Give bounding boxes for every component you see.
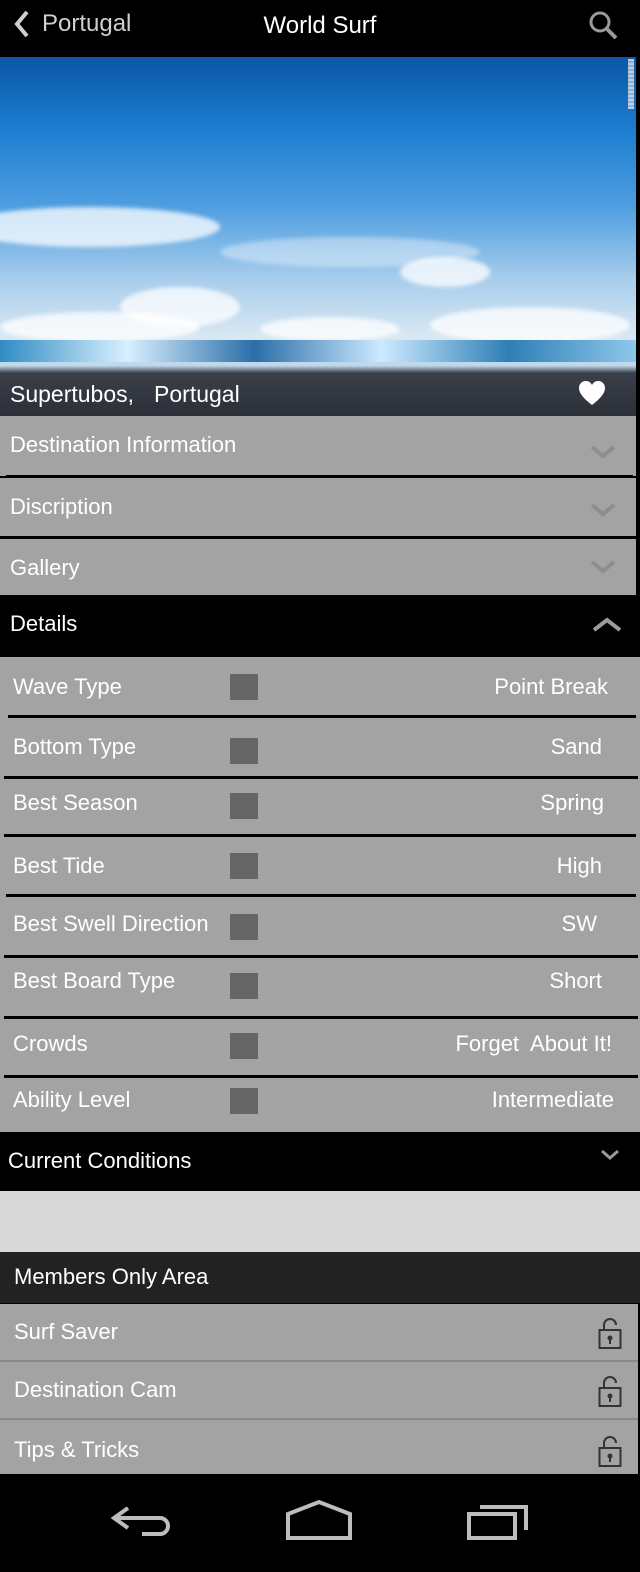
system-nav-bar (0, 1474, 640, 1572)
detail-value: Intermediate (491, 1087, 614, 1112)
section-destination-information[interactable]: Destination Information (0, 416, 636, 476)
details-row: Best Tide High (0, 837, 640, 895)
detail-key: Best Board Type (13, 968, 176, 993)
lock-icon (598, 1318, 622, 1349)
chevron-down-icon (590, 560, 616, 574)
recents-icon[interactable] (466, 1498, 532, 1542)
details-label: Details (10, 611, 78, 636)
chevron-down-icon (590, 503, 616, 517)
detail-icon (230, 738, 258, 764)
spot-name: Supertubos, (10, 381, 135, 407)
members-item-label: Surf Saver (14, 1319, 118, 1344)
chevron-down-icon (590, 445, 616, 459)
section-label: Gallery (10, 555, 80, 580)
detail-value: Short (549, 968, 602, 993)
members-item-surf-saver[interactable]: Surf Saver (0, 1304, 638, 1362)
members-header: Members Only Area (0, 1252, 640, 1303)
details-header[interactable]: Details (0, 595, 640, 655)
detail-value: SW (561, 911, 597, 936)
detail-icon (230, 793, 258, 819)
details-row: Best Swell Direction SW (0, 897, 640, 955)
current-conditions-panel (0, 1191, 640, 1252)
detail-key: Wave Type (13, 674, 122, 699)
detail-icon (230, 1088, 258, 1114)
section-discription[interactable]: Discription (0, 478, 636, 536)
members-item-label: Tips & Tricks (14, 1437, 140, 1462)
detail-key: Crowds (13, 1031, 88, 1056)
details-row: Best Board Type Short (0, 958, 640, 1016)
details-row: Bottom Type Sand (0, 718, 640, 776)
section-gallery[interactable]: Gallery (0, 539, 636, 595)
heart-icon[interactable] (578, 380, 606, 406)
members-label: Members Only Area (14, 1264, 209, 1289)
back-arrow-icon[interactable] (108, 1498, 174, 1542)
detail-icon (230, 973, 258, 999)
detail-icon (230, 674, 258, 700)
lock-icon (598, 1376, 622, 1407)
details-row: Crowds Forget About It! (0, 1019, 640, 1076)
lock-icon (598, 1436, 622, 1467)
section-label: Discription (10, 494, 113, 519)
members-item-label: Destination Cam (14, 1377, 177, 1402)
current-conditions-label: Current Conditions (8, 1148, 192, 1173)
members-item-destination-cam[interactable]: Destination Cam (0, 1362, 638, 1420)
detail-icon (230, 1033, 258, 1059)
detail-value: Sand (550, 734, 602, 759)
detail-value: Point Break (494, 674, 608, 699)
top-bar: Portugal World Surf (0, 0, 640, 57)
spot-country: Portugal (154, 381, 240, 407)
chevron-up-icon (592, 617, 622, 632)
detail-key: Ability Level (13, 1087, 131, 1112)
detail-value: High (556, 853, 602, 878)
members-item-tips-tricks[interactable]: Tips & Tricks (0, 1420, 638, 1474)
detail-key: Best Season (13, 790, 138, 815)
detail-key: Best Tide (13, 853, 105, 878)
hero-photo: Supertubos, Portugal (0, 57, 636, 416)
chevron-down-icon (601, 1149, 619, 1160)
details-row: Wave Type Point Break (0, 657, 640, 717)
page-title: World Surf (263, 12, 377, 39)
app-screen: Portugal World Surf Supertubos, Portugal… (0, 0, 640, 1572)
search-icon[interactable] (588, 10, 618, 40)
detail-key: Bottom Type (13, 734, 137, 759)
photo-credit (628, 59, 634, 109)
details-row: Best Season Spring (0, 779, 640, 835)
wave (0, 340, 636, 362)
home-icon[interactable] (284, 1498, 354, 1542)
detail-icon (230, 853, 258, 879)
current-conditions-header[interactable]: Current Conditions (0, 1133, 640, 1191)
details-table: Wave Type Point Break Bottom Type Sand B… (0, 657, 640, 1132)
detail-value: Spring (540, 790, 604, 815)
section-label: Destination Information (10, 432, 237, 457)
hero-caption: Supertubos, Portugal (10, 381, 240, 408)
detail-value: Forget About It! (455, 1031, 612, 1056)
detail-icon (230, 914, 258, 940)
details-row: Ability Level Intermediate (0, 1078, 640, 1132)
detail-key: Best Swell Direction (13, 911, 209, 936)
